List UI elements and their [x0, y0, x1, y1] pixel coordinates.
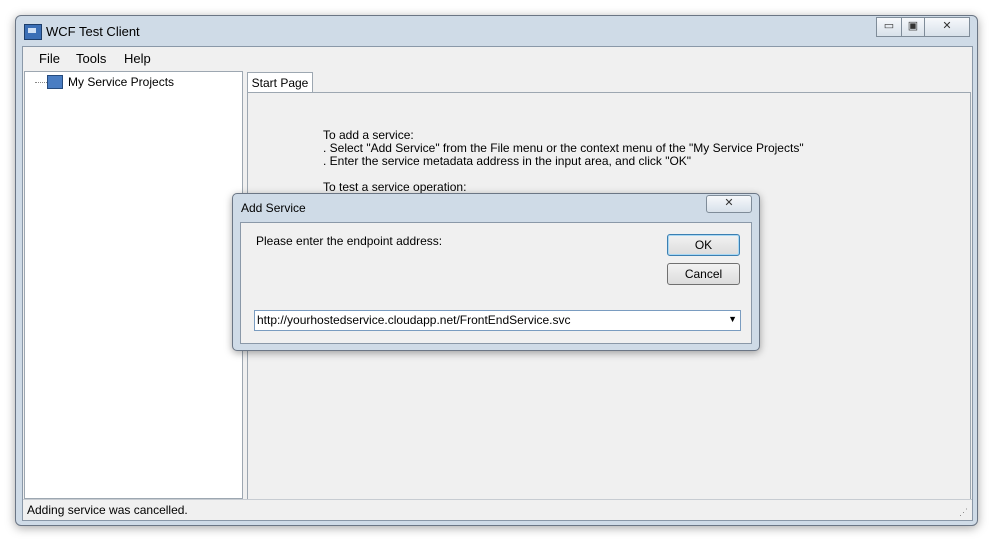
- ok-button[interactable]: OK: [667, 234, 740, 256]
- project-icon: [47, 75, 63, 89]
- menu-file[interactable]: File: [39, 51, 60, 66]
- cancel-button[interactable]: Cancel: [667, 263, 740, 285]
- status-message: Adding service was cancelled.: [27, 503, 188, 517]
- dialog-title: Add Service: [241, 201, 306, 215]
- chevron-down-icon[interactable]: ▼: [728, 314, 737, 324]
- resize-grip-icon[interactable]: ⋰: [959, 507, 969, 517]
- menu-tools[interactable]: Tools: [76, 51, 106, 66]
- endpoint-prompt: Please enter the endpoint address:: [256, 234, 443, 248]
- app-icon: [24, 24, 42, 40]
- menu-help[interactable]: Help: [124, 51, 151, 66]
- menu-bar: File Tools Help: [23, 47, 972, 70]
- dialog-close-button[interactable]: ✕: [706, 195, 752, 213]
- service-tree[interactable]: My Service Projects: [24, 71, 243, 499]
- dialog-client-area: Please enter the endpoint address: OK Ca…: [240, 222, 752, 344]
- add-service-dialog: Add Service ✕ Please enter the endpoint …: [232, 193, 760, 351]
- tab-start-page[interactable]: Start Page: [247, 72, 313, 93]
- restore-button[interactable]: ▣: [901, 17, 925, 37]
- close-button[interactable]: ✕: [924, 17, 970, 37]
- title-bar[interactable]: WCF Test Client ▭ ▣ ✕: [16, 16, 977, 46]
- endpoint-input[interactable]: http://yourhostedservice.cloudapp.net/Fr…: [257, 313, 571, 327]
- status-bar: Adding service was cancelled. ⋰: [23, 499, 972, 520]
- instruction-line: . Enter the service metadata address in …: [323, 154, 692, 168]
- tree-item-my-service-projects[interactable]: My Service Projects: [68, 75, 174, 89]
- minimize-button[interactable]: ▭: [876, 17, 902, 37]
- window-title: WCF Test Client: [46, 24, 140, 39]
- endpoint-combobox[interactable]: http://yourhostedservice.cloudapp.net/Fr…: [254, 310, 741, 331]
